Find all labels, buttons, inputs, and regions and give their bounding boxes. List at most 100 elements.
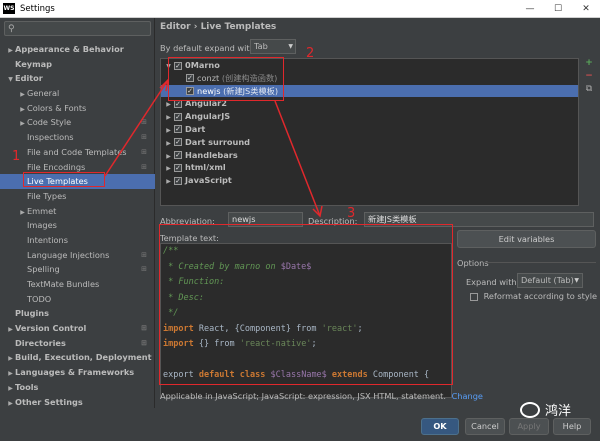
copy-template-button[interactable]: ⧉ <box>580 84 598 97</box>
reformat-label: Reformat according to style <box>483 291 598 301</box>
sidebar-item-label: Intentions <box>27 234 68 245</box>
template-group[interactable]: ▶ ✓ Dart surround <box>161 136 578 149</box>
sidebar-item-label: TextMate Bundles <box>27 279 100 289</box>
sidebar-item-label: Emmet <box>27 205 57 216</box>
template-checkbox[interactable]: ✓ <box>174 125 182 134</box>
sidebar-item-label: TODO <box>27 293 52 304</box>
sidebar-item-label: File Types <box>27 190 67 201</box>
sidebar-item-label: Images <box>27 220 57 231</box>
app-icon: WS <box>3 3 15 14</box>
sidebar-item-label: Other Settings <box>15 396 83 407</box>
sidebar-item[interactable]: ▶ Code Style ⊞ <box>0 115 155 130</box>
sidebar-item-label: Editor <box>15 73 43 84</box>
maximize-button[interactable]: ☐ <box>544 0 572 18</box>
project-settings-icon: ⊞ <box>141 133 147 142</box>
annotation-number-3: 3 <box>347 206 356 221</box>
sidebar-item[interactable]: Images <box>0 218 155 233</box>
search-input[interactable] <box>17 24 138 33</box>
expand-with-select[interactable]: Default (Tab) ▼ <box>517 273 583 288</box>
watermark: 鸿洋 <box>520 400 571 419</box>
chevron-down-icon: ▼ <box>288 43 293 50</box>
sidebar-item[interactable]: TextMate Bundles <box>0 277 155 292</box>
sidebar-item[interactable]: ▶ Build, Execution, Deployment <box>0 350 155 365</box>
title-bar: WS Settings — ☐ ✕ <box>0 0 600 18</box>
template-checkbox[interactable]: ✓ <box>174 138 182 147</box>
chevron-right-icon[interactable]: ▶ <box>164 176 173 189</box>
sidebar-item[interactable]: Language Injections ⊞ <box>0 248 155 263</box>
minimize-button[interactable]: — <box>516 0 544 18</box>
help-button[interactable]: Help <box>553 418 591 435</box>
sidebar-item-label: Code Style <box>27 117 72 128</box>
template-group[interactable]: ▶ ✓ Dart <box>161 123 578 136</box>
edit-variables-button[interactable]: Edit variables <box>457 230 596 248</box>
wechat-logo-icon <box>520 401 540 418</box>
sidebar-item-label: Inspections <box>27 132 74 143</box>
dialog-footer: OK Cancel Apply Help <box>0 408 600 441</box>
sidebar-item[interactable]: Directories ⊞ <box>0 336 155 351</box>
search-field[interactable]: ⚲ <box>4 21 151 36</box>
annotation-box-3 <box>159 224 453 385</box>
sidebar-item[interactable]: ▶ Other Settings <box>0 395 155 410</box>
sidebar-item-label: General <box>27 88 60 99</box>
template-label: Dart <box>185 123 206 134</box>
window-controls: — ☐ ✕ <box>516 0 600 18</box>
template-group[interactable]: ▶ ✓ JavaScript <box>161 174 578 187</box>
sidebar-item-label: File and Code Templates <box>27 146 127 157</box>
sidebar-item[interactable]: Inspections ⊞ <box>0 130 155 145</box>
applicable-text: Applicable in JavaScript; JavaScript: ex… <box>160 391 446 401</box>
sidebar-item[interactable]: ▶ Languages & Frameworks <box>0 365 155 380</box>
sidebar-item[interactable]: Intentions <box>0 233 155 248</box>
annotation-number-2: 2 <box>306 46 315 61</box>
settings-tree: ▶ Appearance & Behavior Keymap ▼ Editor ▶ Gene… <box>0 42 155 409</box>
change-context-link[interactable]: Change <box>452 391 483 401</box>
project-settings-icon: ⊞ <box>141 118 147 127</box>
options-divider <box>484 262 596 263</box>
ok-button[interactable]: OK <box>421 418 459 435</box>
template-checkbox[interactable]: ✓ <box>174 163 182 172</box>
expand-with-value: Default (Tab) <box>521 275 574 285</box>
sidebar-item[interactable]: Keymap <box>0 57 155 72</box>
template-group[interactable]: ▶ ✓ html/xml <box>161 161 578 174</box>
cancel-button[interactable]: Cancel <box>465 418 505 435</box>
sidebar-item[interactable]: ▶ Emmet <box>0 204 155 219</box>
template-group[interactable]: ▶ ✓ AngularJS <box>161 110 578 123</box>
template-actions: + − ⧉ <box>580 58 598 97</box>
expand-select[interactable]: Tab ▼ <box>250 39 296 54</box>
template-checkbox[interactable]: ✓ <box>174 151 182 160</box>
reformat-checkbox[interactable] <box>470 292 478 301</box>
sidebar-item[interactable]: TODO <box>0 292 155 307</box>
settings-sidebar: ⚲ ▶ Appearance & Behavior Keymap ▼ Editor ▶ Ge… <box>0 18 155 408</box>
close-button[interactable]: ✕ <box>572 0 600 18</box>
sidebar-item[interactable]: ▶ General <box>0 86 155 101</box>
watermark-text: 鸿洋 <box>545 404 572 419</box>
sidebar-item[interactable]: ▶ Colors & Fonts <box>0 101 155 116</box>
breadcrumb: Editor › Live Templates <box>160 22 277 32</box>
reformat-option[interactable]: Reformat according to style <box>469 291 597 301</box>
template-checkbox[interactable]: ✓ <box>174 99 182 108</box>
project-settings-icon: ⊞ <box>141 338 147 347</box>
sidebar-item-label: Build, Execution, Deployment <box>15 352 152 363</box>
template-checkbox[interactable]: ✓ <box>174 176 182 185</box>
sidebar-item[interactable]: ▶ Appearance & Behavior <box>0 42 155 57</box>
window-title: Settings <box>20 3 55 14</box>
sidebar-item[interactable]: ▶ Version Control ⊞ <box>0 321 155 336</box>
sidebar-item[interactable]: Spelling ⊞ <box>0 262 155 277</box>
sidebar-item[interactable]: Plugins <box>0 306 155 321</box>
sidebar-item-label: Version Control <box>15 323 87 334</box>
chevron-down-icon: ▼ <box>574 277 579 284</box>
apply-button[interactable]: Apply <box>509 418 549 435</box>
expand-with-label: Expand with <box>466 277 517 287</box>
sidebar-item-label: Language Injections <box>27 249 110 260</box>
sidebar-item[interactable]: File Types <box>0 189 155 204</box>
sidebar-item-label: File Encodings <box>27 161 86 172</box>
template-checkbox[interactable]: ✓ <box>174 112 182 121</box>
expand-label: By default expand with <box>160 43 255 53</box>
template-label: Handlebars <box>185 149 238 160</box>
sidebar-item[interactable]: File and Code Templates ⊞ <box>0 145 155 160</box>
add-template-button[interactable]: + <box>580 58 598 71</box>
sidebar-item-label: Appearance & Behavior <box>15 44 124 54</box>
sidebar-item[interactable]: ▶ Tools <box>0 380 155 395</box>
sidebar-item[interactable]: ▼ Editor <box>0 71 155 86</box>
template-group[interactable]: ▶ ✓ Handlebars <box>161 149 578 162</box>
remove-template-button[interactable]: − <box>580 71 598 84</box>
